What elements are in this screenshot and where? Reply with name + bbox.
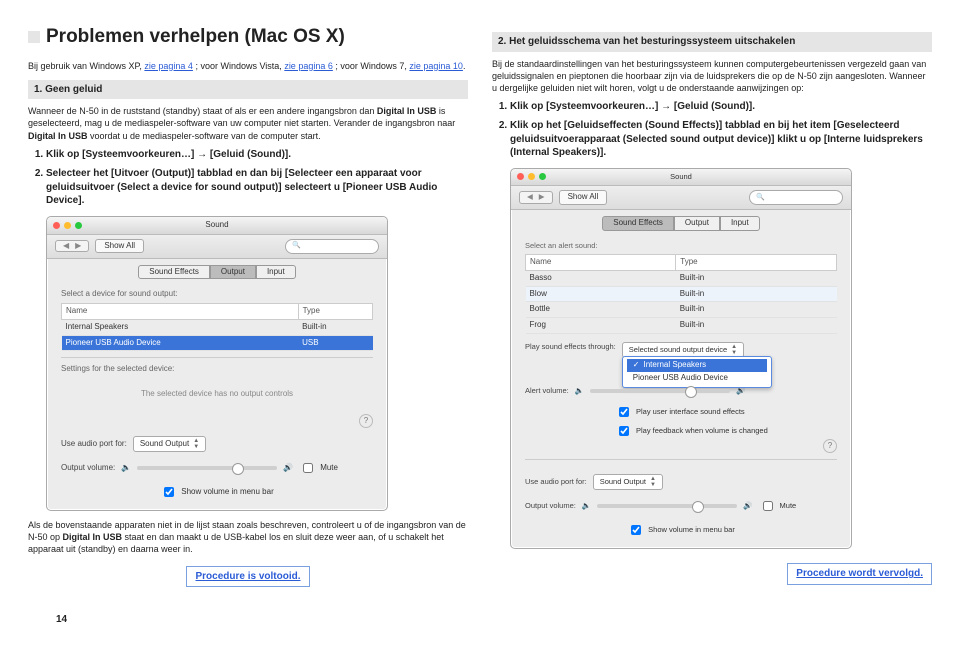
audio-port-select[interactable]: Sound Output ▲▼ — [593, 474, 663, 490]
right-step-1: Klik op [Systeemvoorkeuren…] → [Geluid (… — [510, 100, 932, 114]
sound-tabs: Sound Effects Output Input — [47, 259, 387, 284]
mac-sound-effects-window: Sound ◀▶ Show All Sound Effects Output I… — [510, 168, 852, 549]
close-icon[interactable] — [53, 222, 60, 229]
left-steps: Klik op [Systeemvoorkeuren…] → [Geluid (… — [28, 148, 468, 208]
show-volume-menubar-checkbox[interactable]: Show volume in menu bar — [160, 484, 274, 500]
intro-paragraph: Bij gebruik van Windows XP, zie pagina 4… — [28, 60, 468, 72]
window-traffic-lights — [517, 173, 546, 180]
tab-input[interactable]: Input — [256, 265, 296, 280]
zoom-icon[interactable] — [539, 173, 546, 180]
link-page-10[interactable]: zie pagina 10 — [409, 61, 463, 71]
speaker-high-icon: 🔊 — [743, 501, 752, 511]
tab-input[interactable]: Input — [720, 216, 760, 231]
tab-sound-effects[interactable]: Sound Effects — [602, 216, 674, 231]
section-2-heading: 2. Het geluidsschema van het besturingss… — [492, 32, 932, 52]
ui-sound-effects-checkbox[interactable]: Play user interface sound effects — [615, 404, 745, 420]
table-row[interactable]: BottleBuilt-in — [526, 302, 837, 318]
section-1-paragraph: Wanneer de N-50 in de ruststand (standby… — [28, 105, 468, 141]
alert-sound-table: NameType BassoBuilt-in BlowBuilt-in Bott… — [525, 254, 837, 334]
page-number: 14 — [56, 613, 67, 627]
search-input[interactable] — [285, 239, 379, 254]
left-step-2: Selecteer het [Uitvoer (Output)] tabblad… — [46, 167, 468, 208]
table-row[interactable]: BassoBuilt-in — [526, 270, 837, 286]
help-icon[interactable]: ? — [823, 439, 837, 453]
tab-sound-effects[interactable]: Sound Effects — [138, 265, 210, 280]
section-2-paragraph: Bij de standaardinstellingen van het bes… — [492, 58, 932, 94]
speaker-low-icon: 🔈 — [121, 463, 131, 474]
left-step-1: Klik op [Systeemvoorkeuren…] → [Geluid (… — [46, 148, 468, 162]
table-row[interactable]: Internal SpeakersBuilt-in — [62, 319, 373, 335]
window-traffic-lights — [53, 222, 82, 229]
window-title: Sound — [205, 220, 228, 231]
feedback-checkbox[interactable]: Play feedback when volume is changed — [615, 423, 768, 439]
minimize-icon[interactable] — [528, 173, 535, 180]
popup-option-pioneer[interactable]: Pioneer USB Audio Device — [627, 372, 767, 385]
link-page-6[interactable]: zie pagina 6 — [284, 61, 333, 71]
link-page-4[interactable]: zie pagina 4 — [144, 61, 193, 71]
audio-port-label: Use audio port for: — [525, 477, 587, 487]
alert-volume-slider[interactable] — [590, 389, 730, 393]
mute-checkbox[interactable]: Mute — [759, 498, 797, 514]
page-title-text: Problemen verhelpen (Mac OS X) — [46, 24, 345, 50]
speaker-low-icon: 🔈 — [575, 386, 584, 396]
show-all-button[interactable]: Show All — [95, 239, 144, 254]
procedure-continues-box: Procedure wordt vervolgd. — [787, 563, 932, 585]
no-controls-text: The selected device has no output contro… — [61, 375, 373, 414]
audio-port-select[interactable]: Sound Output ▲▼ — [133, 436, 206, 452]
table-row[interactable]: BlowBuilt-in — [526, 286, 837, 302]
select-device-label: Select a device for sound output: — [61, 289, 373, 300]
page-title: Problemen verhelpen (Mac OS X) — [28, 24, 468, 50]
table-row[interactable]: FrogBuilt-in — [526, 318, 837, 334]
right-steps: Klik op [Systeemvoorkeuren…] → [Geluid (… — [492, 100, 932, 160]
output-volume-label: Output volume: — [525, 501, 576, 511]
nav-back-forward[interactable]: ◀▶ — [55, 240, 89, 253]
section-1-heading: 1. Geen geluid — [28, 80, 468, 100]
speaker-low-icon: 🔈 — [582, 501, 591, 511]
mute-checkbox[interactable]: Mute — [299, 460, 338, 476]
help-icon[interactable]: ? — [359, 414, 373, 428]
procedure-complete-box: Procedure is voltooid. — [186, 566, 309, 588]
play-through-label: Play sound effects through: — [525, 342, 616, 352]
tab-output[interactable]: Output — [674, 216, 720, 231]
title-bullet-icon — [28, 31, 40, 43]
window-title: Sound — [670, 172, 692, 182]
settings-label: Settings for the selected device: — [61, 364, 373, 375]
sound-tabs: Sound Effects Output Input — [511, 210, 851, 235]
popup-option-internal[interactable]: Internal Speakers — [627, 359, 767, 372]
alert-sound-label: Select an alert sound: — [525, 241, 837, 251]
zoom-icon[interactable] — [75, 222, 82, 229]
show-volume-menubar-checkbox[interactable]: Show volume in menu bar — [627, 522, 735, 538]
output-volume-label: Output volume: — [61, 463, 115, 474]
right-step-2: Klik op het [Geluidseffecten (Sound Effe… — [510, 119, 932, 160]
search-input[interactable] — [749, 190, 843, 205]
close-icon[interactable] — [517, 173, 524, 180]
mac-sound-output-window: Sound ◀▶ Show All Sound Effects Output I… — [46, 216, 388, 511]
bottom-paragraph: Als de bovenstaande apparaten niet in de… — [28, 519, 468, 555]
output-volume-slider[interactable] — [137, 466, 277, 470]
play-through-popup: Internal Speakers Pioneer USB Audio Devi… — [622, 356, 772, 388]
speaker-high-icon: 🔊 — [283, 463, 293, 474]
show-all-button[interactable]: Show All — [559, 190, 608, 205]
table-row[interactable]: Pioneer USB Audio DeviceUSB — [62, 335, 373, 351]
output-volume-slider[interactable] — [597, 504, 737, 508]
output-device-table: NameType Internal SpeakersBuilt-in Pione… — [61, 303, 373, 351]
minimize-icon[interactable] — [64, 222, 71, 229]
audio-port-label: Use audio port for: — [61, 439, 127, 450]
tab-output[interactable]: Output — [210, 265, 256, 280]
nav-back-forward[interactable]: ◀▶ — [519, 191, 553, 203]
alert-volume-label: Alert volume: — [525, 386, 569, 396]
